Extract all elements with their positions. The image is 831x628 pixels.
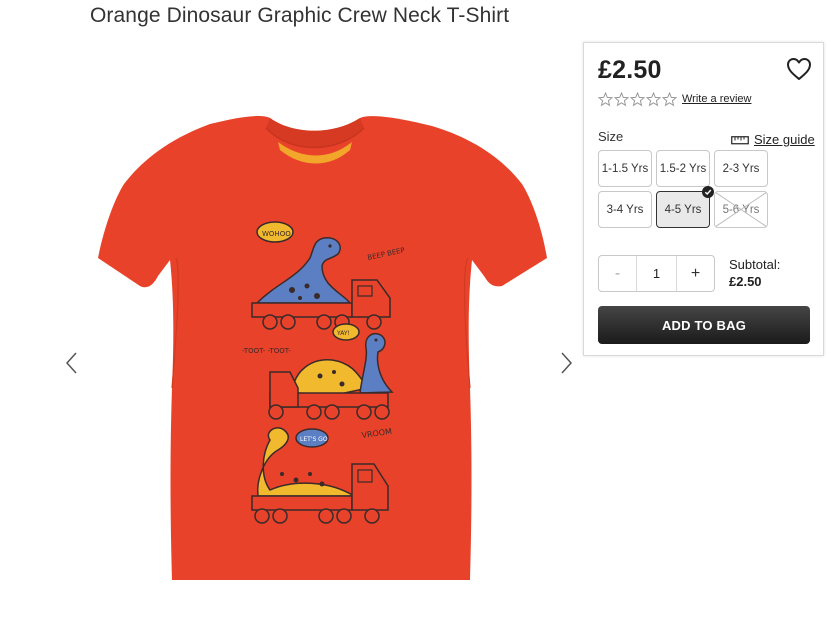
size-option-1.5-2[interactable]: 1.5-2 Yrs (656, 150, 710, 187)
gallery-next-button[interactable] (556, 350, 576, 376)
rating-stars (598, 92, 677, 107)
size-guide-link[interactable]: Size guide (731, 132, 815, 147)
size-option-2-3[interactable]: 2-3 Yrs (714, 150, 768, 187)
svg-text:LET'S GO: LET'S GO (300, 436, 328, 443)
star-outline-icon (614, 92, 629, 107)
svg-text:WOHOO: WOHOO (262, 230, 291, 238)
product-image: WOHOO BEEP BEEP -TOOT- -TOOT- YAY! LET'S… (98, 116, 547, 580)
size-label: Size (598, 129, 624, 144)
size-option-label: 5-6 Yrs (722, 203, 760, 216)
star-outline-icon (646, 92, 661, 107)
star-outline-icon (598, 92, 613, 107)
add-to-bag-button[interactable]: ADD TO BAG (598, 306, 810, 344)
size-guide-label: Size guide (754, 132, 815, 147)
ruler-icon (731, 135, 749, 144)
svg-text:-TOOT- -TOOT-: -TOOT- -TOOT- (242, 347, 291, 355)
decrease-quantity-button[interactable]: - (599, 256, 637, 291)
size-option-5-6[interactable]: 5-6 Yrs (714, 191, 768, 228)
increase-quantity-button[interactable]: + (676, 256, 714, 291)
wishlist-button[interactable] (785, 56, 813, 82)
write-review-link[interactable]: Write a review (682, 93, 751, 105)
quantity-value[interactable]: 1 (637, 256, 676, 291)
chevron-right-icon (561, 352, 573, 374)
star-outline-icon (630, 92, 645, 107)
purchase-panel: £2.50 Write a review Size Size guide 1-1… (583, 42, 824, 356)
gallery-prev-button[interactable] (62, 350, 82, 376)
subtotal-value: £2.50 (729, 274, 762, 289)
product-title: Orange Dinosaur Graphic Crew Neck T-Shir… (90, 4, 510, 27)
chevron-left-icon (65, 352, 77, 374)
size-option-label: 4-5 Yrs (664, 203, 702, 216)
selected-check-icon (702, 186, 714, 198)
size-option-3-4[interactable]: 3-4 Yrs (598, 191, 652, 228)
heart-icon (787, 58, 811, 80)
size-option-1-1.5[interactable]: 1-1.5 Yrs (598, 150, 652, 187)
product-price: £2.50 (598, 56, 662, 84)
size-option-4-5[interactable]: 4-5 Yrs (656, 186, 714, 228)
subtotal-label: Subtotal: (729, 257, 781, 272)
star-outline-icon (662, 92, 677, 107)
quantity-stepper: - 1 + (598, 255, 715, 292)
svg-text:YAY!: YAY! (336, 330, 350, 337)
